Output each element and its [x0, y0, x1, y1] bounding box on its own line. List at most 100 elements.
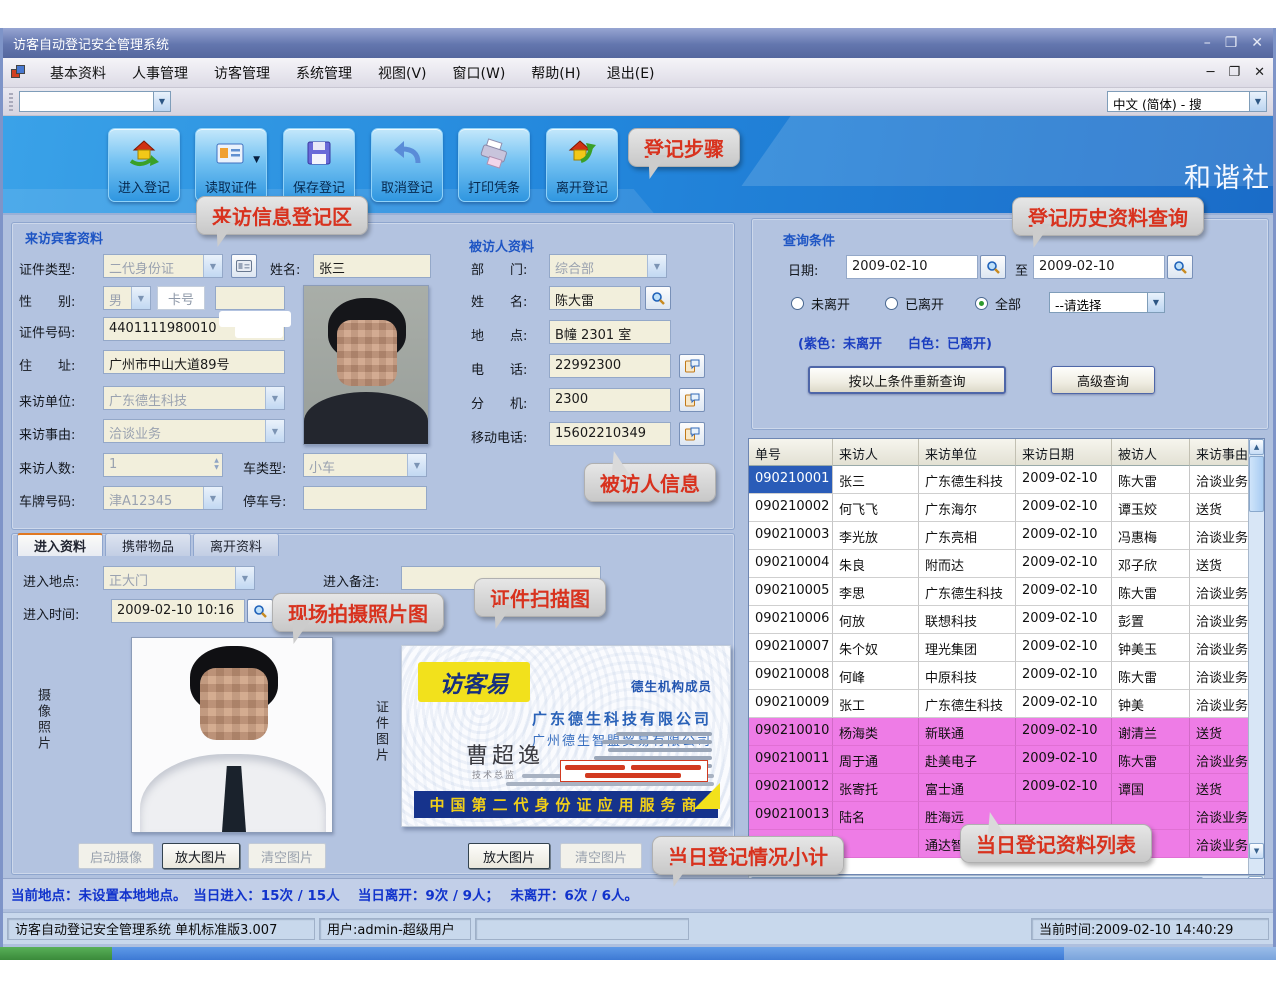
table-row[interactable]: 090210007朱个奴理光集团2009-02-10钟美玉洽谈业务	[749, 634, 1248, 662]
vertical-scrollbar[interactable]: ▲ ▼	[1248, 439, 1264, 874]
column-header[interactable]: 来访事由	[1190, 439, 1248, 466]
column-header[interactable]: 来访单位	[919, 439, 1016, 466]
table-cell-visitor[interactable]	[833, 830, 919, 858]
mdi-minimize-icon[interactable]: ─	[1207, 65, 1215, 80]
table-cell-id[interactable]: 090210011	[749, 746, 833, 774]
enlarge-photo-button[interactable]: 放大图片	[162, 843, 240, 869]
table-cell-company[interactable]: 中原科技	[919, 662, 1016, 690]
menu-item[interactable]: 窗口(W)	[440, 59, 519, 87]
address-input[interactable]: 广州市中山大道89号	[103, 350, 285, 374]
scroll-up-icon[interactable]: ▲	[1249, 439, 1264, 455]
visit-company-select[interactable]: 广东德生科技▼	[103, 386, 285, 410]
location-input[interactable]: B幢 2301 室	[549, 320, 671, 344]
table-cell-reason[interactable]: 送货	[1190, 494, 1248, 522]
table-cell-company[interactable]: 富士通	[919, 774, 1016, 802]
start-button-edge[interactable]	[0, 947, 112, 960]
table-cell-date[interactable]: 2009-02-10	[1016, 662, 1112, 690]
close-icon[interactable]: ✕	[1251, 35, 1263, 51]
table-cell-reason[interactable]: 洽谈业务	[1190, 578, 1248, 606]
parking-input[interactable]	[303, 486, 427, 510]
table-cell-reason[interactable]: 洽谈业务	[1190, 466, 1248, 494]
filter-select[interactable]: --请选择▼	[1049, 292, 1165, 313]
minimize-icon[interactable]: –	[1204, 35, 1211, 51]
table-cell-visitor[interactable]: 张工	[833, 690, 919, 718]
table-cell-company[interactable]: 理光集团	[919, 634, 1016, 662]
table-cell-visitee[interactable]: 邓子欣	[1112, 550, 1190, 578]
date-to-picker-button[interactable]	[1167, 255, 1193, 279]
tab-carried-items[interactable]: 携带物品	[105, 533, 191, 556]
table-cell-visitee[interactable]: 陈大雷	[1112, 578, 1190, 606]
table-cell-reason[interactable]: 洽谈业务	[1190, 522, 1248, 550]
table-row[interactable]: 090210008何峰中原科技2009-02-10陈大雷洽谈业务	[749, 662, 1248, 690]
table-cell-visitor[interactable]: 陆名	[833, 802, 919, 830]
card-reader-button[interactable]	[231, 254, 257, 278]
entry-location-select[interactable]: 正大门▼	[103, 566, 255, 590]
table-cell-date[interactable]: 2009-02-10	[1016, 550, 1112, 578]
table-cell-id[interactable]: 090210001	[749, 466, 833, 494]
table-cell-visitor[interactable]: 李思	[833, 578, 919, 606]
table-cell-id[interactable]: 090210003	[749, 522, 833, 550]
table-cell-date[interactable]: 2009-02-10	[1016, 718, 1112, 746]
visitor-count-stepper[interactable]: 1	[103, 453, 223, 477]
table-cell-date[interactable]: 2009-02-10	[1016, 690, 1112, 718]
table-cell-company[interactable]: 广东海尔	[919, 494, 1016, 522]
cancel-register-button[interactable]: 取消登记	[371, 128, 443, 202]
id-type-select[interactable]: 二代身份证▼	[103, 254, 223, 278]
entry-time-picker-button[interactable]	[247, 599, 273, 623]
plate-select[interactable]: 津A12345▼	[103, 486, 223, 510]
column-header[interactable]: 来访日期	[1016, 439, 1112, 466]
table-cell-company[interactable]: 广东德生科技	[919, 690, 1016, 718]
table-row[interactable]: 090210012张寄托富士通2009-02-10谭国送货	[749, 774, 1248, 802]
read-card-button[interactable]: ▼ 读取证件	[195, 128, 267, 202]
table-cell-date[interactable]: 2009-02-10	[1016, 746, 1112, 774]
table-cell-reason[interactable]: 送货	[1190, 718, 1248, 746]
table-cell-date[interactable]: 2009-02-10	[1016, 522, 1112, 550]
table-row[interactable]: 090210010杨海类新联通2009-02-10谢清兰送货	[749, 718, 1248, 746]
table-row[interactable]: 090210001张三广东德生科技2009-02-10陈大雷洽谈业务	[749, 466, 1248, 494]
date-from-input[interactable]: 2009-02-10	[846, 255, 978, 279]
table-cell-id[interactable]: 090210008	[749, 662, 833, 690]
leave-register-button[interactable]: 离开登记	[546, 128, 618, 202]
table-cell-company[interactable]: 新联通	[919, 718, 1016, 746]
menu-item[interactable]: 视图(V)	[365, 59, 440, 87]
gender-select[interactable]: 男▼	[103, 286, 151, 310]
table-cell-company[interactable]: 赴美电子	[919, 746, 1016, 774]
save-register-button[interactable]: 保存登记	[283, 128, 355, 202]
clear-photo-button[interactable]: 清空图片	[248, 843, 326, 869]
table-cell-visitee[interactable]: 谭国	[1112, 774, 1190, 802]
table-cell-id[interactable]: 090210010	[749, 718, 833, 746]
table-cell-visitor[interactable]: 朱良	[833, 550, 919, 578]
car-type-select[interactable]: 小车▼	[303, 453, 427, 477]
table-cell-reason[interactable]: 洽谈业务	[1190, 746, 1248, 774]
table-cell-visitee[interactable]: 陈大雷	[1112, 466, 1190, 494]
menu-item[interactable]: 退出(E)	[594, 59, 668, 87]
table-cell-visitee[interactable]: 钟美	[1112, 690, 1190, 718]
status-radio-2[interactable]: 已离开	[885, 294, 944, 313]
enlarge-card-button[interactable]: 放大图片	[468, 843, 550, 869]
menu-item[interactable]: 人事管理	[119, 59, 201, 87]
table-cell-visitor[interactable]: 杨海类	[833, 718, 919, 746]
table-cell-visitor[interactable]: 何放	[833, 606, 919, 634]
menu-item[interactable]: 帮助(H)	[518, 59, 593, 87]
menu-item[interactable]: 系统管理	[283, 59, 365, 87]
table-cell-visitor[interactable]: 张寄托	[833, 774, 919, 802]
tab-leave-info[interactable]: 离开资料	[193, 533, 279, 556]
column-header[interactable]: 单号	[749, 439, 833, 466]
ext-input[interactable]: 2300	[549, 388, 671, 412]
card-no-input[interactable]	[215, 286, 285, 310]
start-camera-button[interactable]: 启动摄像	[78, 843, 154, 869]
table-cell-visitee[interactable]: 钟美玉	[1112, 634, 1190, 662]
table-cell-reason[interactable]: 洽谈业务	[1190, 802, 1248, 830]
table-cell-reason[interactable]: 送货	[1190, 774, 1248, 802]
table-row[interactable]: 090210006何放联想科技2009-02-10彭置洽谈业务	[749, 606, 1248, 634]
enter-register-button[interactable]: 进入登记	[108, 128, 180, 202]
date-from-picker-button[interactable]	[980, 255, 1006, 279]
entry-time-input[interactable]: 2009-02-10 10:16	[111, 599, 245, 623]
status-radio-3[interactable]: 全部	[975, 294, 1021, 313]
mdi-close-icon[interactable]: ✕	[1254, 65, 1265, 80]
mdi-restore-icon[interactable]: ❐	[1228, 65, 1240, 80]
table-cell-visitee[interactable]: 冯惠梅	[1112, 522, 1190, 550]
table-row[interactable]: 090210009张工广东德生科技2009-02-10钟美洽谈业务	[749, 690, 1248, 718]
table-row[interactable]: 090210002何飞飞广东海尔2009-02-10谭玉姣送货	[749, 494, 1248, 522]
table-cell-id[interactable]: 090210005	[749, 578, 833, 606]
